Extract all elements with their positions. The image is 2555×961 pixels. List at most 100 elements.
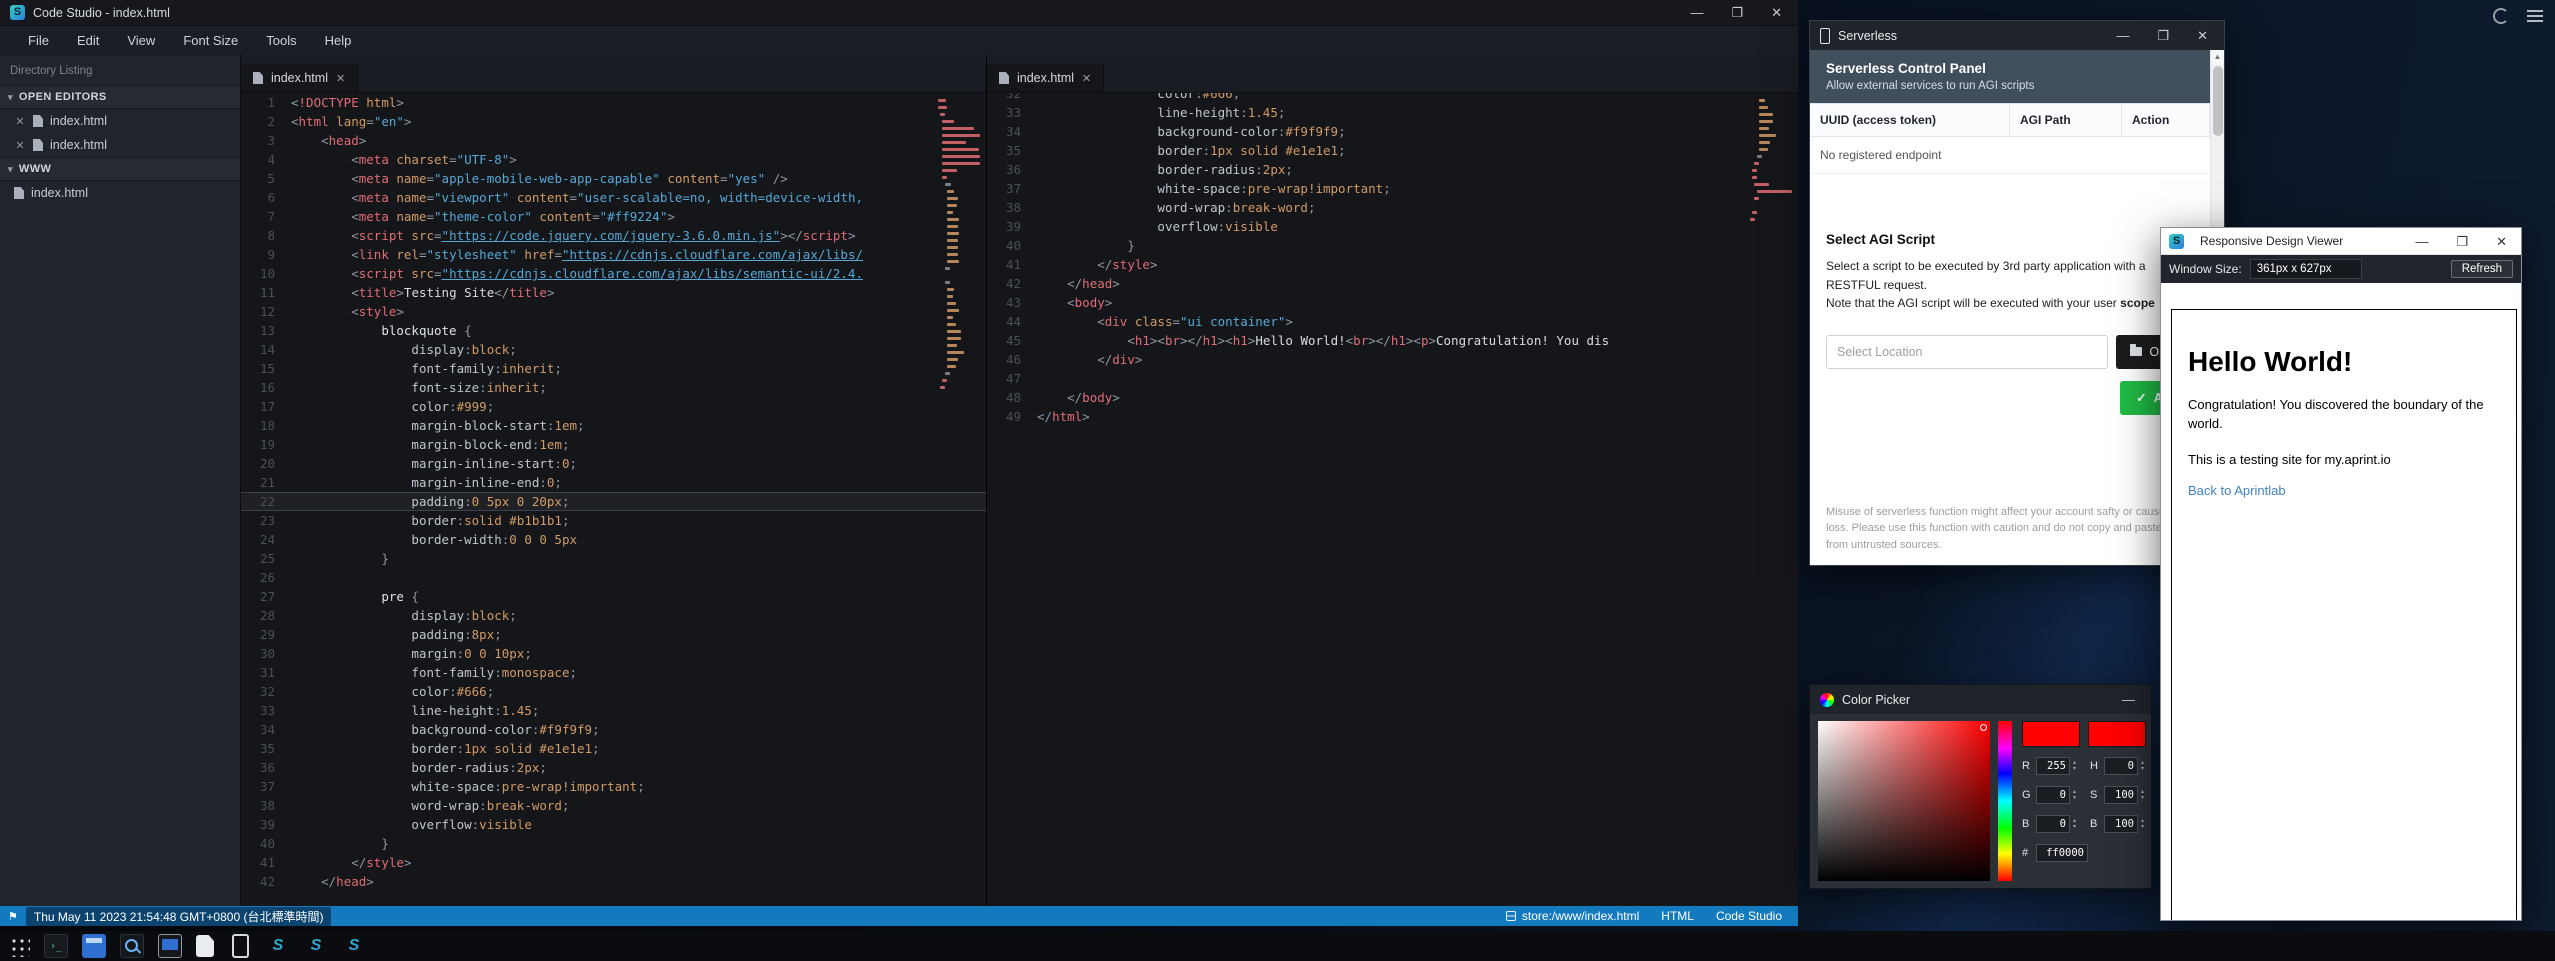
codestudio-3-icon[interactable]: S	[342, 934, 366, 958]
code-line[interactable]: 8 <script src="https://code.jquery.com/j…	[241, 226, 986, 245]
status-language[interactable]: HTML	[1661, 909, 1694, 923]
code-line[interactable]: 29 padding:8px;	[241, 625, 986, 644]
code-line[interactable]: 38 word-wrap:break-word;	[241, 796, 986, 815]
b-rgb-input[interactable]	[2036, 815, 2070, 833]
code-line[interactable]: 33 line-height:1.45;	[241, 701, 986, 720]
stepper-icon[interactable]: ▴▾	[2073, 789, 2076, 801]
file-icon[interactable]	[196, 935, 214, 957]
code-line[interactable]: 35 border:1px solid #e1e1e1;	[241, 739, 986, 758]
monitor-icon[interactable]	[158, 934, 182, 958]
g-rgb-input[interactable]	[2036, 786, 2070, 804]
minimize-icon[interactable]: —	[2415, 235, 2428, 248]
code-line[interactable]: 48 </body>	[987, 388, 1798, 407]
window-blue-icon[interactable]	[82, 934, 106, 958]
minimize-icon[interactable]: —	[1690, 6, 1703, 19]
tab-close-icon[interactable]: ✕	[1082, 72, 1091, 85]
code-line[interactable]: 17 color:#999;	[241, 397, 986, 416]
stepper-icon[interactable]: ▴▾	[2141, 789, 2144, 801]
code-line[interactable]: 1<!DOCTYPE html>	[241, 93, 986, 112]
select-location-input[interactable]	[1826, 335, 2108, 369]
refresh-button[interactable]: Refresh	[2451, 260, 2513, 278]
code-line[interactable]: 21 margin-inline-end:0;	[241, 473, 986, 492]
code-line[interactable]: 37 white-space:pre-wrap!important;	[987, 179, 1798, 198]
code-line[interactable]: 20 margin-inline-start:0;	[241, 454, 986, 473]
code-line[interactable]: 26	[241, 568, 986, 587]
code-line[interactable]: 34 background-color:#f9f9f9;	[241, 720, 986, 739]
code-line[interactable]: 39 overflow:visible	[241, 815, 986, 834]
start-icon[interactable]	[8, 935, 30, 957]
close-icon[interactable]: ✕	[2496, 235, 2507, 248]
hex-input[interactable]	[2036, 844, 2088, 862]
b-hsb-input[interactable]	[2104, 815, 2138, 833]
window-titlebar[interactable]: S Code Studio - index.html — ❐ ✕	[0, 0, 1798, 26]
code-line[interactable]: 19 margin-block-end:1em;	[241, 435, 986, 454]
tab-close-icon[interactable]: ✕	[336, 72, 345, 85]
code-line[interactable]: 14 display:block;	[241, 340, 986, 359]
code-line[interactable]: 34 background-color:#f9f9f9;	[987, 122, 1798, 141]
code-line[interactable]: 42 </head>	[241, 872, 986, 891]
code-line[interactable]: 36 border-radius:2px;	[241, 758, 986, 777]
sidebar-item-index.html[interactable]: ✕index.html	[0, 109, 240, 133]
status-datetime[interactable]: Thu May 11 2023 21:54:48 GMT+0800 (台北標準時…	[26, 907, 332, 926]
code-line[interactable]: 18 margin-block-start:1em;	[241, 416, 986, 435]
hue-slider[interactable]	[1998, 721, 2012, 881]
stepper-icon[interactable]: ▴▾	[2073, 760, 2076, 772]
sidebar-item-index.html[interactable]: ✕index.html	[0, 133, 240, 157]
terminal-icon[interactable]: ›_	[44, 934, 68, 958]
viewer-titlebar[interactable]: S Responsive Design Viewer — ❐ ✕	[2161, 228, 2521, 255]
stepper-icon[interactable]: ▴▾	[2141, 818, 2144, 830]
scroll-up-icon[interactable]: ▲	[2211, 50, 2224, 64]
scrollbar-thumb[interactable]	[2213, 66, 2223, 136]
stepper-icon[interactable]: ▴▾	[2073, 818, 2076, 830]
code-editor[interactable]: 32 color:#666;33 line-height:1.45;34 bac…	[987, 93, 1798, 906]
close-icon[interactable]: ✕	[1771, 6, 1782, 19]
code-line[interactable]: 35 border:1px solid #e1e1e1;	[987, 141, 1798, 160]
code-line[interactable]: 40 }	[241, 834, 986, 853]
codestudio-2-icon[interactable]: S	[304, 934, 328, 958]
sidebar-section-www[interactable]: ▾WWW	[0, 157, 240, 181]
code-line[interactable]: 12 <style>	[241, 302, 986, 321]
code-line[interactable]: 41 </style>	[241, 853, 986, 872]
status-app-name[interactable]: Code Studio	[1716, 909, 1782, 923]
code-line[interactable]: 27 pre {	[241, 587, 986, 606]
code-line[interactable]: 7 <meta name="theme-color" content="#ff9…	[241, 207, 986, 226]
menu-help[interactable]: Help	[311, 26, 366, 55]
sidebar-section-open-editors[interactable]: ▾OPEN EDITORS	[0, 85, 240, 109]
code-line[interactable]: 10 <script src="https://cdnjs.cloudflare…	[241, 264, 986, 283]
code-line[interactable]: 49</html>	[987, 407, 1798, 426]
code-line[interactable]: 46 </div>	[987, 350, 1798, 369]
menu-font-size[interactable]: Font Size	[169, 26, 252, 55]
phone-icon[interactable]	[228, 934, 252, 958]
code-line[interactable]: 42 </head>	[987, 274, 1798, 293]
minimize-icon[interactable]: —	[2116, 29, 2129, 42]
r-rgb-input[interactable]	[2036, 757, 2070, 775]
code-line[interactable]: 33 line-height:1.45;	[987, 103, 1798, 122]
code-line[interactable]: 39 overflow:visible	[987, 217, 1798, 236]
color-picker-titlebar[interactable]: Color Picker —	[1810, 685, 2151, 714]
code-line[interactable]: 22 padding:0 5px 0 20px;	[241, 492, 986, 511]
code-line[interactable]: 13 blockquote {	[241, 321, 986, 340]
window-size-input[interactable]	[2250, 259, 2362, 279]
loading-spinner-icon[interactable]	[2493, 8, 2509, 24]
minimap[interactable]	[938, 97, 984, 391]
code-line[interactable]: 41 </style>	[987, 255, 1798, 274]
code-line[interactable]: 3 <head>	[241, 131, 986, 150]
code-line[interactable]: 40 }	[987, 236, 1798, 255]
stepper-icon[interactable]: ▴▾	[2141, 760, 2144, 772]
h-hsb-input[interactable]	[2104, 757, 2138, 775]
minimize-icon[interactable]: —	[2122, 693, 2135, 706]
code-line[interactable]: 30 margin:0 0 10px;	[241, 644, 986, 663]
s-hsb-input[interactable]	[2104, 786, 2138, 804]
serverless-titlebar[interactable]: Serverless — ❐ ✕	[1810, 21, 2224, 50]
maximize-icon[interactable]: ❐	[1731, 6, 1743, 19]
code-line[interactable]: 11 <title>Testing Site</title>	[241, 283, 986, 302]
code-line[interactable]: 32 color:#666;	[241, 682, 986, 701]
code-line[interactable]: 23 border:solid #b1b1b1;	[241, 511, 986, 530]
search-icon[interactable]	[120, 934, 144, 958]
code-line[interactable]: 16 font-size:inherit;	[241, 378, 986, 397]
remote-flag-icon[interactable]: ⚑	[8, 910, 18, 923]
code-line[interactable]: 37 white-space:pre-wrap!important;	[241, 777, 986, 796]
code-line[interactable]: 9 <link rel="stylesheet" href="https://c…	[241, 245, 986, 264]
code-line[interactable]: 47	[987, 369, 1798, 388]
code-editor[interactable]: 1<!DOCTYPE html>2<html lang="en">3 <head…	[241, 93, 986, 906]
